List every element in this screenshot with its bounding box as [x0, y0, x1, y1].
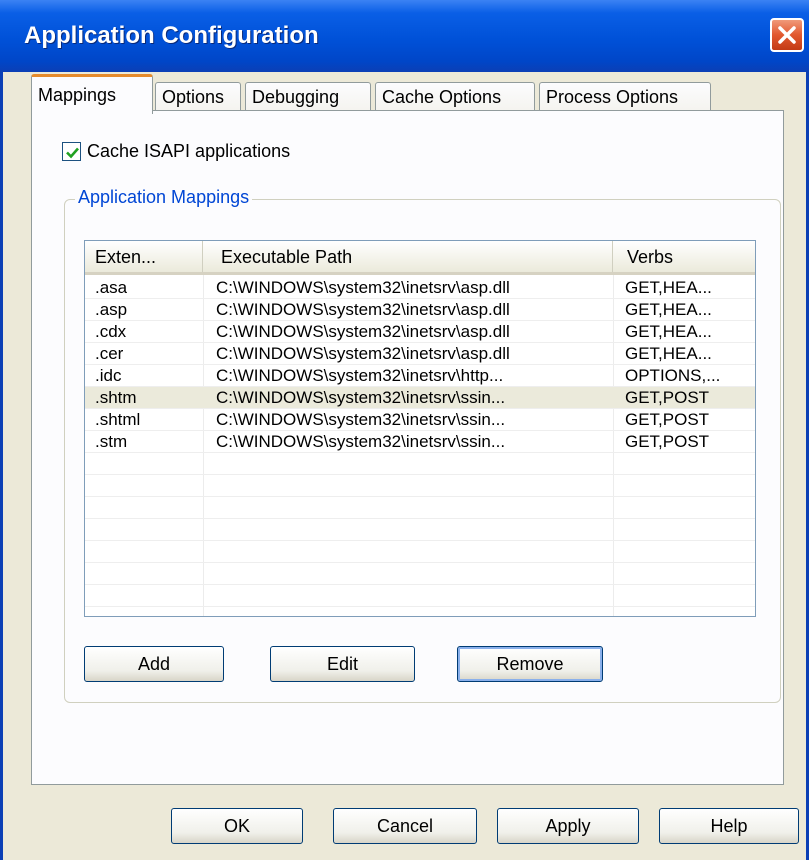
table-row[interactable]: .cer C:\WINDOWS\system32\inetsrv\asp.dll…	[85, 343, 755, 365]
verbs-cell: OPTIONS,...	[625, 366, 721, 385]
empty-row	[85, 475, 755, 497]
extension-cell: .asa	[95, 278, 128, 297]
apply-button[interactable]: Apply	[497, 808, 639, 844]
tab-label: Process Options	[546, 87, 679, 107]
extension-cell: .shtm	[95, 388, 137, 407]
list-header: Exten... Executable Path Verbs	[85, 241, 755, 275]
tab-debugging[interactable]: Debugging	[245, 82, 371, 113]
tab-label: Mappings	[38, 85, 117, 105]
tab-cache-options[interactable]: Cache Options	[375, 82, 535, 113]
group-label: Application Mappings	[75, 187, 253, 208]
verbs-cell: GET,POST	[625, 410, 710, 429]
verbs-cell: GET,HEA...	[625, 322, 712, 341]
add-button[interactable]: Add	[84, 646, 224, 682]
column-header-executable-path[interactable]: Executable Path	[203, 241, 613, 272]
button-label: Help	[710, 816, 748, 836]
cache-isapi-checkbox[interactable]	[62, 142, 81, 161]
path-cell: C:\WINDOWS\system32\inetsrv\asp.dll	[216, 344, 510, 363]
cache-isapi-label: Cache ISAPI applications	[87, 141, 291, 161]
title-bar: Application Configuration	[0, 0, 809, 72]
column-label: Verbs	[627, 247, 674, 267]
verbs-cell: GET,HEA...	[625, 344, 712, 363]
dialog-body: Mappings Options Debugging Cache Options…	[0, 72, 809, 860]
empty-row	[85, 519, 755, 541]
path-cell: C:\WINDOWS\system32\inetsrv\ssin...	[216, 410, 506, 429]
column-label: Executable Path	[221, 247, 353, 267]
table-row[interactable]: .cdx C:\WINDOWS\system32\inetsrv\asp.dll…	[85, 321, 755, 343]
verbs-cell: GET,POST	[625, 388, 710, 407]
tab-label: Cache Options	[382, 87, 502, 107]
path-cell: C:\WINDOWS\system32\inetsrv\ssin...	[216, 388, 506, 407]
button-label: Remove	[496, 654, 564, 674]
path-cell: C:\WINDOWS\system32\inetsrv\asp.dll	[216, 300, 510, 319]
tab-label: Debugging	[252, 87, 340, 107]
tab-mappings[interactable]: Mappings	[31, 74, 153, 114]
table-row[interactable]: .stm C:\WINDOWS\system32\inetsrv\ssin...…	[85, 431, 755, 453]
extension-cell: .cdx	[95, 322, 127, 341]
path-cell: C:\WINDOWS\system32\inetsrv\asp.dll	[216, 278, 510, 297]
empty-row	[85, 497, 755, 519]
remove-button[interactable]: Remove	[457, 646, 603, 682]
extension-cell: .shtml	[95, 410, 141, 429]
table-row[interactable]: .asp C:\WINDOWS\system32\inetsrv\asp.dll…	[85, 299, 755, 321]
column-label: Exten...	[95, 247, 157, 267]
path-cell: C:\WINDOWS\system32\inetsrv\http...	[216, 366, 504, 385]
extension-cell: .asp	[95, 300, 128, 319]
verbs-cell: GET,HEA...	[625, 278, 712, 297]
table-row[interactable]: .idc C:\WINDOWS\system32\inetsrv\http...…	[85, 365, 755, 387]
table-row-selected[interactable]: .shtm C:\WINDOWS\system32\inetsrv\ssin..…	[85, 387, 755, 409]
ok-button[interactable]: OK	[171, 808, 303, 844]
path-cell: C:\WINDOWS\system32\inetsrv\asp.dll	[216, 322, 510, 341]
edit-button[interactable]: Edit	[270, 646, 415, 682]
cancel-button[interactable]: Cancel	[333, 808, 477, 844]
tab-options[interactable]: Options	[155, 82, 241, 113]
button-label: OK	[223, 816, 250, 836]
extension-cell: .idc	[95, 366, 122, 385]
mappings-panel: Cache ISAPI applications Application Map…	[31, 110, 784, 785]
empty-row	[85, 585, 755, 607]
extension-cell: .stm	[95, 432, 128, 451]
checkmark-icon	[66, 147, 79, 159]
empty-row	[85, 453, 755, 475]
column-header-verbs[interactable]: Verbs	[613, 241, 755, 272]
button-label: Add	[137, 654, 171, 674]
window-title: Application Configuration	[24, 22, 319, 49]
cache-isapi-option[interactable]: Cache ISAPI applications	[62, 141, 290, 162]
extension-cell: .cer	[95, 344, 124, 363]
verbs-cell: GET,POST	[625, 432, 710, 451]
empty-row	[85, 541, 755, 563]
path-cell: C:\WINDOWS\system32\inetsrv\ssin...	[216, 432, 506, 451]
tab-process-options[interactable]: Process Options	[539, 82, 711, 113]
button-label: Edit	[326, 654, 359, 674]
button-label: Apply	[545, 816, 591, 836]
application-mappings-group: Application Mappings Exten... Executable…	[64, 187, 781, 703]
button-label: Cancel	[376, 816, 434, 836]
column-header-extension[interactable]: Exten...	[85, 241, 203, 272]
close-icon	[778, 26, 796, 44]
table-row[interactable]: .asa C:\WINDOWS\system32\inetsrv\asp.dll…	[85, 277, 755, 299]
verbs-cell: GET,HEA...	[625, 300, 712, 319]
empty-row	[85, 563, 755, 585]
close-button[interactable]	[770, 18, 804, 52]
tab-label: Options	[162, 87, 225, 107]
help-button[interactable]: Help	[659, 808, 799, 844]
table-row[interactable]: .shtml C:\WINDOWS\system32\inetsrv\ssin.…	[85, 409, 755, 431]
mappings-list[interactable]: Exten... Executable Path Verbs .asa C:\W…	[84, 240, 756, 617]
